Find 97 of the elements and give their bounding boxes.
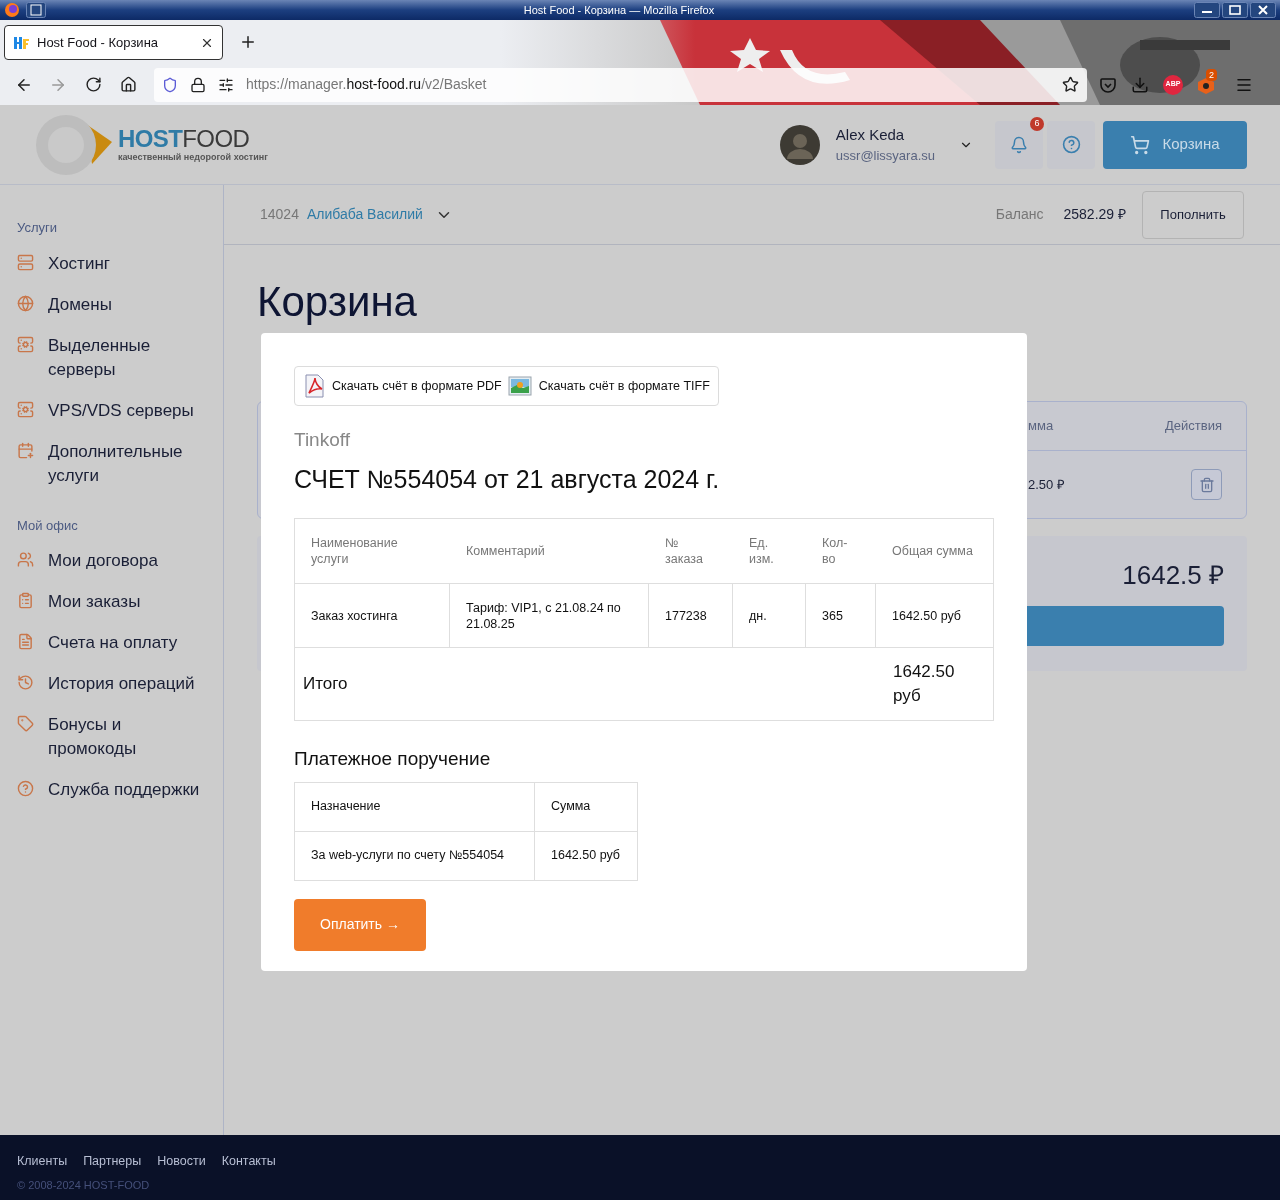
total-label: Итого (302, 673, 349, 696)
clipboard-icon (17, 592, 34, 609)
window-icon[interactable] (26, 2, 46, 18)
sidebar-item[interactable]: Хостинг (48, 251, 210, 276)
sidebar-item[interactable]: История операций (48, 672, 210, 696)
table-cell: дн. (749, 607, 767, 624)
close-icon[interactable] (1250, 2, 1276, 18)
sidebar-item[interactable]: Бонусы и промокоды (48, 713, 210, 761)
footer-link[interactable]: Контакты (221, 1152, 276, 1171)
extension-icon[interactable] (1197, 76, 1215, 95)
trash-icon (1198, 476, 1215, 493)
image-file-icon (507, 376, 532, 396)
checkout-bar[interactable] (1027, 606, 1224, 646)
download-link[interactable]: Скачать счёт в формате TIFF (538, 376, 710, 396)
tag-icon (17, 715, 34, 732)
download-link[interactable]: Скачать счёт в формате PDF (332, 376, 502, 396)
sidebar-item[interactable]: Служба поддержки (48, 778, 210, 802)
window-title: Host Food - Корзина — Mozilla Firefox (522, 2, 716, 18)
table-cell: 1642.50 руб (892, 607, 962, 624)
browser-tab[interactable]: Host Food - Корзина (4, 25, 223, 60)
delete-button[interactable] (1191, 469, 1222, 500)
footer-link[interactable]: Новости (157, 1152, 206, 1171)
sidebar-item[interactable]: Счета на оплату (48, 631, 210, 655)
total-value: 1642.50 руб (893, 661, 956, 707)
shield-icon[interactable] (162, 76, 178, 93)
section-title: Платежное поручение (294, 747, 492, 771)
notifications-button[interactable]: 6 (995, 120, 1043, 169)
minimize-icon[interactable] (1194, 2, 1220, 18)
total-amount: 1642.5 ₽ (1122, 559, 1224, 592)
reload-icon[interactable] (85, 76, 102, 93)
tab-title: Host Food - Корзина (37, 33, 160, 52)
home-icon[interactable] (120, 76, 137, 93)
column-header: Кол-во (822, 535, 849, 567)
download-icon[interactable] (1131, 75, 1149, 94)
bookmark-star-icon[interactable] (1062, 76, 1079, 93)
column-header: Общая сумма (892, 543, 973, 559)
brand-name: HOSTFOOD (118, 126, 251, 152)
user-name: Alex Keda (835, 124, 906, 145)
column-header: № заказа (665, 535, 704, 567)
sidebar-section-title: Услуги (17, 219, 58, 237)
balance-amount: 2582.29 ₽ (1063, 205, 1126, 224)
notification-badge: 6 (1030, 116, 1044, 131)
globe-icon (17, 294, 34, 312)
column-header: Назначение (311, 798, 381, 816)
column-header: Ед. изм. (749, 535, 775, 567)
sidebar-section-title: Мой офис (17, 516, 79, 535)
address-field[interactable]: https://manager.host-food.ru/v2/Basket (154, 67, 1087, 102)
account-id: 14024 (260, 205, 299, 224)
sidebar-item[interactable]: Мои договора (48, 549, 210, 573)
table-cell: 365 (822, 607, 843, 624)
url-text: https://manager.host-food.ru/v2/Basket (246, 75, 488, 94)
topup-button[interactable]: Пополнить (1142, 190, 1244, 239)
pdf-file-icon (303, 374, 325, 398)
column-header: Комментарий (466, 543, 545, 559)
brand-tagline: качественный недорогой хостинг (118, 152, 268, 163)
balance-label: Баланс (995, 205, 1044, 224)
table-cell-text: 2.50 ₽ (1028, 475, 1065, 494)
table-cell-text: 1642.50 руб (551, 847, 621, 865)
table-cell: 177238 (665, 607, 707, 624)
footer-link[interactable]: Клиенты (17, 1152, 68, 1171)
lock-icon[interactable] (190, 76, 206, 93)
bank-name: Tinkoff (294, 428, 351, 452)
invoice-title: СЧЕТ №554054 от 21 августа 2024 г. (294, 463, 721, 495)
firefox-icon (4, 2, 20, 18)
history-icon (17, 674, 34, 691)
help-button[interactable] (1047, 120, 1095, 169)
column-header: мма (1028, 417, 1054, 436)
table-cell-text: За web-услуги по счету №554054 (311, 847, 505, 865)
sidebar-item[interactable]: Мои заказы (48, 590, 210, 614)
user-email: ussr@lissyara.su (835, 147, 935, 165)
new-tab-icon[interactable] (239, 33, 257, 51)
sidebar-item[interactable]: Дополнительные услуги (48, 439, 210, 488)
maximize-icon[interactable] (1222, 2, 1248, 18)
column-header: Действия (1165, 417, 1222, 436)
document-icon (17, 633, 34, 650)
table-cell: Заказ хостинга (311, 607, 398, 624)
footer-link[interactable]: Партнеры (83, 1152, 142, 1171)
calendar-plus-icon (17, 441, 34, 459)
table-cell-text: Тариф: VIP1, с 21.08.24 по 21.08.25 (466, 599, 622, 632)
sidebar-item[interactable]: Выделенные серверы (48, 333, 210, 382)
sidebar-item[interactable]: VPS/VDS серверы (48, 398, 210, 423)
copyright: © 2008-2024 HOST-FOOD (17, 1177, 151, 1193)
extension-badge: 2 (1206, 68, 1217, 81)
column-header: Сумма (551, 798, 591, 816)
help-icon (1061, 135, 1081, 154)
sidebar-item[interactable]: Домены (48, 292, 210, 317)
help-icon (17, 780, 34, 797)
page-heading: Корзина (257, 277, 418, 327)
permissions-icon[interactable] (218, 76, 234, 93)
cart-icon (1130, 134, 1151, 155)
pocket-icon[interactable] (1099, 75, 1117, 94)
users-icon (17, 551, 34, 568)
column-header: Наименование услуги (311, 535, 399, 567)
site-logo-icon (13, 34, 29, 51)
bell-icon (1010, 135, 1028, 154)
user-avatar[interactable] (779, 124, 820, 165)
server-icon (17, 253, 34, 271)
